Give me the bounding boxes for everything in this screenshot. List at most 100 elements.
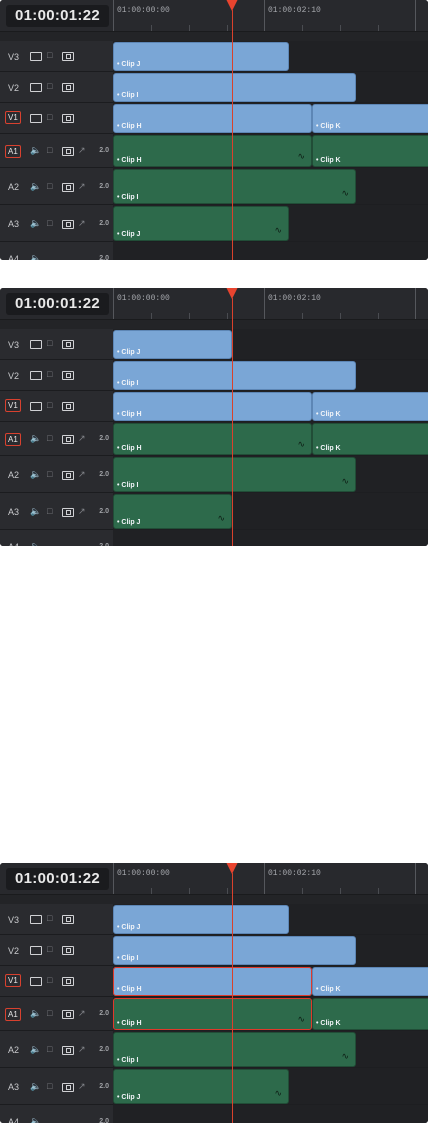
- auto-select-icon[interactable]: [62, 114, 74, 123]
- clip-k-video[interactable]: • Clip K: [312, 967, 428, 996]
- speaker-icon[interactable]: 🔈: [30, 1045, 41, 1054]
- timecode-display[interactable]: 01:00:01:22: [6, 868, 109, 890]
- auto-select-icon[interactable]: [62, 147, 74, 156]
- clip-j-video[interactable]: • Clip J: [113, 330, 232, 359]
- clip-j-video[interactable]: • Clip J: [113, 42, 289, 71]
- clip-k-video[interactable]: • Clip K: [312, 104, 428, 133]
- clip-i-audio[interactable]: • Clip I ∿: [113, 169, 356, 204]
- clip-k-video[interactable]: • Clip K: [312, 392, 428, 421]
- auto-select-icon[interactable]: [62, 340, 74, 349]
- lock-icon[interactable]: □: [47, 370, 52, 379]
- track-name-v1[interactable]: V1: [5, 974, 21, 987]
- track-name-v1[interactable]: V1: [5, 111, 21, 124]
- auto-select-icon[interactable]: [62, 83, 74, 92]
- speaker-icon[interactable]: 🔈: [30, 182, 41, 191]
- film-strip-icon[interactable]: [30, 114, 42, 123]
- track-name-a1[interactable]: A1: [5, 145, 21, 158]
- clip-j-audio[interactable]: • Clip J ∿: [113, 206, 289, 241]
- patch-icon[interactable]: ↗: [78, 1082, 86, 1091]
- patch-icon[interactable]: ↗: [78, 1009, 86, 1018]
- lock-icon[interactable]: □: [47, 1045, 52, 1054]
- clip-j-audio[interactable]: • Clip J ∿: [113, 494, 232, 529]
- lock-icon[interactable]: □: [47, 945, 52, 954]
- auto-select-icon[interactable]: [62, 220, 74, 229]
- clip-j-video[interactable]: • Clip J: [113, 905, 289, 934]
- timeline-ruler[interactable]: 01:00:00:00 01:00:02:10: [113, 863, 428, 894]
- lock-icon[interactable]: □: [47, 914, 52, 923]
- lock-icon[interactable]: □: [47, 507, 52, 516]
- lock-icon[interactable]: □: [47, 434, 52, 443]
- lock-icon[interactable]: □: [47, 1009, 52, 1018]
- auto-select-icon[interactable]: [62, 1010, 74, 1019]
- lock-icon[interactable]: □: [47, 470, 52, 479]
- speaker-icon[interactable]: 🔈: [30, 507, 41, 516]
- speaker-icon[interactable]: 🔈: [30, 219, 41, 228]
- clip-i-video[interactable]: • Clip I: [113, 73, 356, 102]
- speaker-icon[interactable]: 🔈: [30, 146, 41, 155]
- lock-icon[interactable]: □: [47, 51, 52, 60]
- clip-k-audio[interactable]: • Clip K: [312, 998, 428, 1030]
- auto-select-icon[interactable]: [62, 471, 74, 480]
- auto-select-icon[interactable]: [62, 508, 74, 517]
- patch-icon[interactable]: ↗: [78, 182, 86, 191]
- lock-icon[interactable]: □: [47, 339, 52, 348]
- speaker-icon[interactable]: 🔈: [30, 1082, 41, 1091]
- lock-icon[interactable]: □: [47, 1082, 52, 1091]
- lock-icon[interactable]: □: [47, 219, 52, 228]
- patch-icon[interactable]: ↗: [78, 219, 86, 228]
- speaker-icon[interactable]: 🔈: [30, 470, 41, 479]
- clip-h-audio[interactable]: • Clip H ∿: [113, 135, 312, 167]
- patch-icon[interactable]: ↗: [78, 146, 86, 155]
- auto-select-icon[interactable]: [62, 52, 74, 61]
- clip-i-audio[interactable]: • Clip I ∿: [113, 1032, 356, 1067]
- auto-select-icon[interactable]: [62, 915, 74, 924]
- auto-select-icon[interactable]: [62, 402, 74, 411]
- lock-icon[interactable]: □: [47, 82, 52, 91]
- auto-select-icon[interactable]: [62, 1083, 74, 1092]
- timecode-display[interactable]: 01:00:01:22: [6, 5, 109, 27]
- clip-h-audio[interactable]: • Clip H ∿: [113, 423, 312, 455]
- clip-h-audio-selected[interactable]: • Clip H ∿: [113, 998, 312, 1030]
- track-name-a1[interactable]: A1: [5, 1008, 21, 1021]
- film-strip-icon[interactable]: [30, 977, 42, 986]
- speaker-icon[interactable]: 🔈: [30, 434, 41, 443]
- film-strip-icon[interactable]: [30, 915, 42, 924]
- lock-icon[interactable]: □: [47, 401, 52, 410]
- clip-h-video[interactable]: • Clip H: [113, 104, 312, 133]
- speaker-icon[interactable]: 🔈: [30, 1009, 41, 1018]
- film-strip-icon[interactable]: [30, 83, 42, 92]
- film-strip-icon[interactable]: [30, 946, 42, 955]
- patch-icon[interactable]: ↗: [78, 1045, 86, 1054]
- speaker-icon[interactable]: 🔈: [30, 542, 41, 547]
- timeline-ruler[interactable]: 01:00:00:00 01:00:02:10: [113, 0, 428, 31]
- clip-i-video[interactable]: • Clip I: [113, 936, 356, 965]
- auto-select-icon[interactable]: [62, 977, 74, 986]
- film-strip-icon[interactable]: [30, 52, 42, 61]
- lock-icon[interactable]: □: [47, 146, 52, 155]
- film-strip-icon[interactable]: [30, 371, 42, 380]
- film-strip-icon[interactable]: [30, 340, 42, 349]
- clip-i-video[interactable]: • Clip I: [113, 361, 356, 390]
- lock-icon[interactable]: □: [47, 113, 52, 122]
- clip-i-audio[interactable]: • Clip I ∿: [113, 457, 356, 492]
- lock-icon[interactable]: □: [47, 976, 52, 985]
- timecode-display[interactable]: 01:00:01:22: [6, 293, 109, 315]
- auto-select-icon[interactable]: [62, 435, 74, 444]
- film-strip-icon[interactable]: [30, 402, 42, 411]
- track-name-a1[interactable]: A1: [5, 433, 21, 446]
- auto-select-icon[interactable]: [62, 183, 74, 192]
- auto-select-icon[interactable]: [62, 1046, 74, 1055]
- clip-h-video-selected[interactable]: • Clip H: [113, 967, 312, 996]
- patch-icon[interactable]: ↗: [78, 434, 86, 443]
- clip-k-audio[interactable]: • Clip K: [312, 135, 428, 167]
- clip-j-audio[interactable]: • Clip J ∿: [113, 1069, 289, 1104]
- auto-select-icon[interactable]: [62, 371, 74, 380]
- clip-k-audio[interactable]: • Clip K: [312, 423, 428, 455]
- patch-icon[interactable]: ↗: [78, 507, 86, 516]
- timeline-ruler[interactable]: 01:00:00:00 01:00:02:10: [113, 288, 428, 319]
- track-name-v1[interactable]: V1: [5, 399, 21, 412]
- auto-select-icon[interactable]: [62, 946, 74, 955]
- clip-h-video[interactable]: • Clip H: [113, 392, 312, 421]
- speaker-icon[interactable]: 🔈: [30, 1117, 41, 1123]
- speaker-icon[interactable]: 🔈: [30, 254, 41, 261]
